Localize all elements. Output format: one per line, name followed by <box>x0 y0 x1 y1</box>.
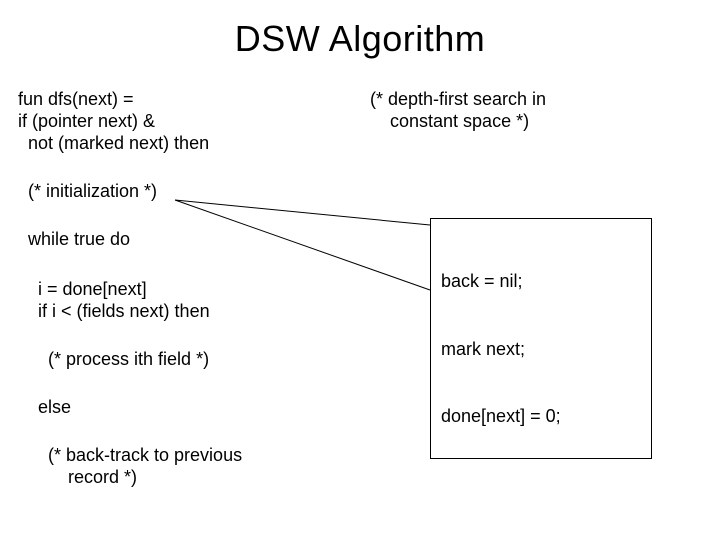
dfs-comment-line1: (* depth-first search in <box>370 88 546 111</box>
code-line-backtrack-2: record *) <box>18 466 137 489</box>
code-line-init-comment: (* initialization *) <box>18 180 157 203</box>
code-line-else: else <box>18 396 71 419</box>
init-code-box: back = nil; mark next; done[next] = 0; <box>430 218 652 459</box>
code-line-not-marked: not (marked next) then <box>18 132 209 155</box>
code-line-fun: fun dfs(next) = <box>18 88 134 111</box>
code-line-process-comment: (* process ith field *) <box>18 348 209 371</box>
code-line-i-equals: i = done[next] <box>18 278 147 301</box>
code-line-if-fields: if i < (fields next) then <box>18 300 210 323</box>
slide-title: DSW Algorithm <box>0 18 720 60</box>
dfs-comment-line2: constant space *) <box>370 110 529 133</box>
init-line-mark: mark next; <box>441 338 641 361</box>
code-line-if: if (pointer next) & <box>18 110 155 133</box>
init-line-done: done[next] = 0; <box>441 405 641 428</box>
code-line-backtrack-1: (* back-track to previous <box>18 444 242 467</box>
code-line-while: while true do <box>18 228 130 251</box>
init-line-back: back = nil; <box>441 270 641 293</box>
